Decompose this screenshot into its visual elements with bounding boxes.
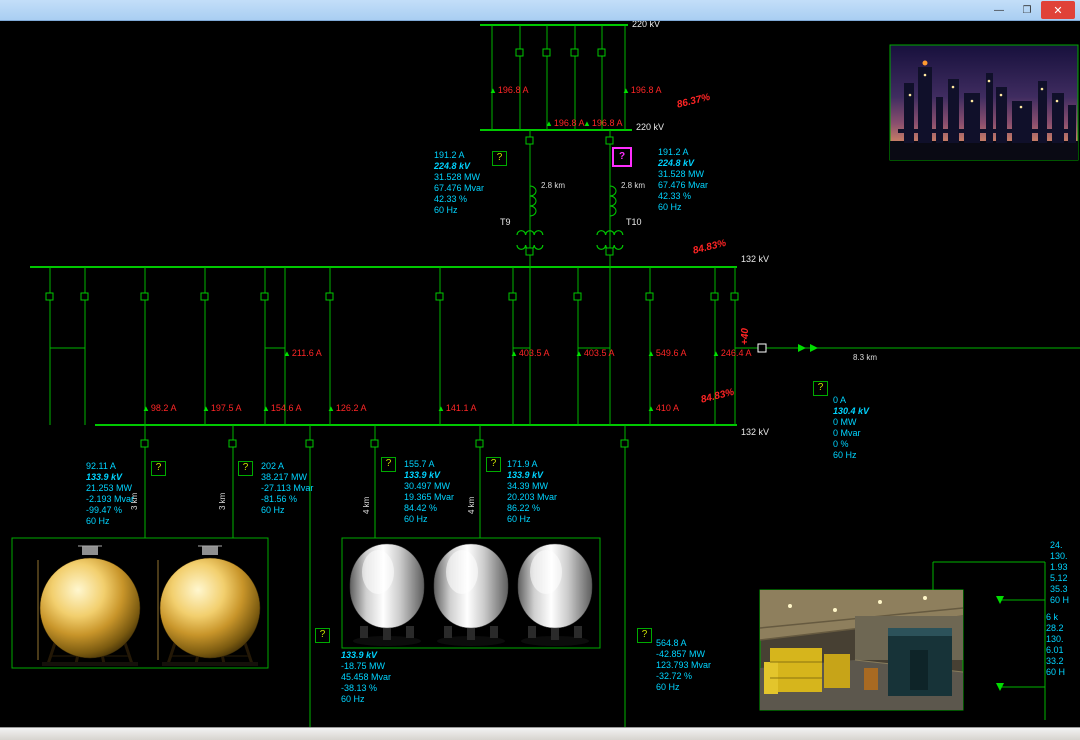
meter-query-box[interactable]: ? [612,147,632,167]
meter-query-box[interactable]: ? [315,628,330,643]
meter-query-box[interactable]: ? [637,628,652,643]
refinery-photo [890,45,1078,160]
open-breaker[interactable] [758,344,766,352]
sphere-tanks-image [12,538,268,668]
meter-query-box[interactable]: ? [381,457,396,472]
transformer-symbol [517,231,623,250]
scrollbar-horizontal[interactable] [0,727,1080,740]
maximize-button[interactable]: ❐ [1013,1,1041,19]
cylinder-tanks-image [342,538,600,648]
meter-query-box[interactable]: ? [151,461,166,476]
close-icon: ✕ [1053,4,1062,17]
maximize-icon: ❐ [1023,5,1032,16]
meter-query-box[interactable]: ? [813,381,828,396]
breakers[interactable] [46,49,738,447]
scada-window: { "window": { "minimize_glyph": "—", "ma… [0,0,1080,740]
minimize-icon: — [994,5,1004,16]
meter-query-box[interactable]: ? [492,151,507,166]
plant-interior-photo [760,590,963,710]
close-button[interactable]: ✕ [1041,1,1075,19]
reactor-coil [530,186,616,216]
minimize-button[interactable]: — [985,1,1013,19]
bus-bars [30,25,737,425]
meter-query-box[interactable]: ? [238,461,253,476]
oneline-diagram [0,0,1080,740]
titlebar: — ❐ ✕ [0,0,1080,21]
meter-query-box[interactable]: ? [486,457,501,472]
